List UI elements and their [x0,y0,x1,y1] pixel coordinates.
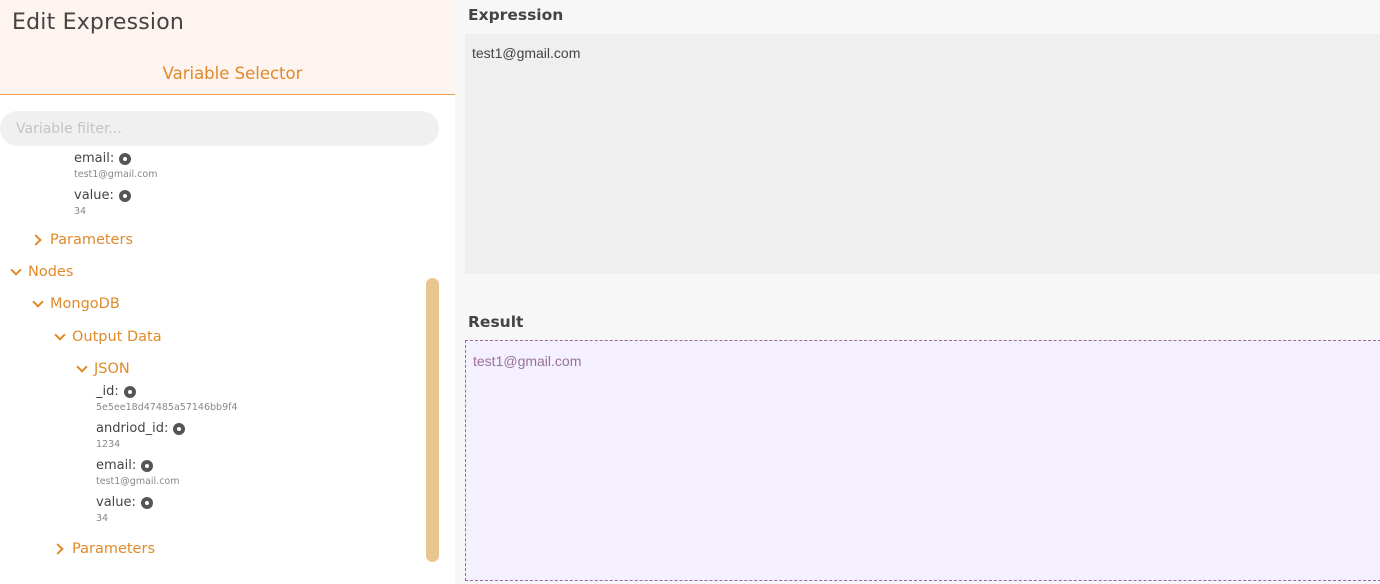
chevron-right-icon [31,234,43,246]
tree-node-parameters[interactable]: Parameters [31,232,133,248]
tree-node-parameters[interactable]: Parameters [53,541,155,557]
tree-node-label: Nodes [28,264,74,280]
variable-name: _id: [96,384,119,399]
tree-node-label: Parameters [50,232,133,248]
tree-node-mongodb[interactable]: MongoDB [31,296,120,312]
variable-select-icon[interactable] [119,152,132,165]
tree-node-label: Parameters [72,541,155,557]
variable-select-icon[interactable] [173,422,186,435]
tree-node-label: MongoDB [50,296,120,312]
variable-name: andriod_id: [96,421,169,436]
tree-node-label: JSON [94,361,130,377]
variable-value: test1@gmail.com [74,169,158,180]
tree-variable[interactable]: value: 34 [74,188,131,217]
tree-variable[interactable]: email: test1@gmail.com [96,458,179,487]
tree-variable[interactable]: email: test1@gmail.com [74,151,157,180]
tree-variable[interactable]: value: 34 [96,495,153,524]
variable-tree: email: test1@gmail.com value: 34 Paramet… [0,146,455,584]
tree-scrollbar[interactable] [426,278,439,562]
expression-editor[interactable]: test1@gmail.com [465,34,1380,274]
variable-value: test1@gmail.com [96,476,180,487]
variable-value: 1234 [96,439,121,450]
expression-label: Expression [468,6,564,24]
tree-node-nodes[interactable]: Nodes [9,264,73,280]
tree-variable[interactable]: _id: 5e5ee18d47485a57146bb9f4 [96,384,238,413]
variable-selector-panel: Edit Expression Variable Selector email:… [0,0,455,584]
result-output: test1@gmail.com [465,340,1380,581]
variable-name: value: [96,495,136,510]
chevron-down-icon [53,331,65,343]
result-label: Result [468,313,524,331]
tree-node-output-data[interactable]: Output Data [53,329,162,345]
variable-select-icon[interactable] [141,459,154,472]
variable-filter-input[interactable] [0,111,439,146]
chevron-down-icon [9,266,21,278]
variable-selector-title: Variable Selector [162,64,303,83]
variable-value: 34 [96,513,109,524]
tree-node-json[interactable]: JSON [75,361,130,377]
variable-select-icon[interactable] [118,189,131,202]
variable-name: email: [74,151,115,166]
chevron-right-icon [53,543,65,555]
tree-variable[interactable]: andriod_id: 1234 [96,421,186,450]
variable-name: email: [96,458,137,473]
variable-select-icon[interactable] [140,496,153,509]
variable-name: value: [74,188,114,203]
variable-value: 34 [74,206,87,217]
dialog-title: Edit Expression [12,10,185,35]
chevron-down-icon [31,298,43,310]
variable-value: 5e5ee18d47485a57146bb9f4 [96,402,238,413]
tree-node-label: Output Data [72,329,162,345]
panel-header: Edit Expression Variable Selector [0,0,455,95]
chevron-down-icon [75,363,87,375]
variable-select-icon[interactable] [123,385,136,398]
